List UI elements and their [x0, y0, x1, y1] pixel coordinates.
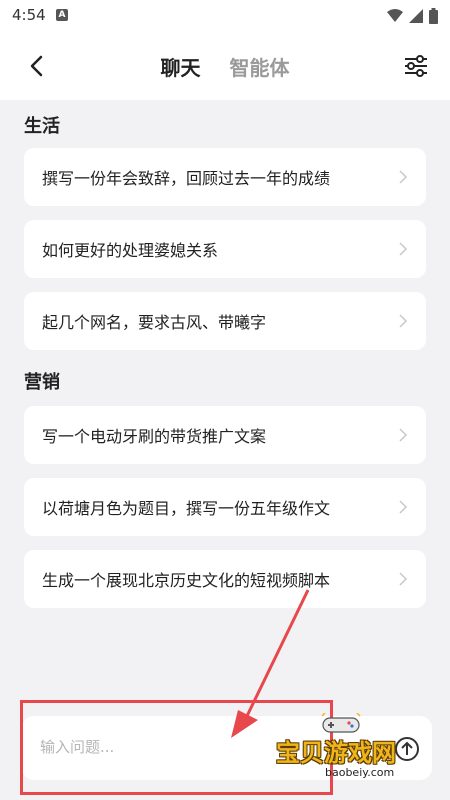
suggestion-text: 起几个网名，要求古风、带曦字 — [42, 313, 267, 332]
top-navigation: 聊天 智能体 — [0, 32, 450, 100]
gamepad-icon — [321, 713, 361, 733]
status-bar: 4:54 A — [0, 0, 450, 32]
chevron-right-icon — [399, 572, 408, 586]
watermark-url: baobeiy.com — [325, 766, 395, 779]
sliders-icon — [405, 55, 427, 77]
tab-bar: 聊天 智能体 — [0, 52, 450, 81]
prompt-suggestions: 生活 撰写一份年会致辞，回顾过去一年的成绩 如何更好的处理婆媳关系 起几个网名，… — [0, 100, 450, 700]
watermark-title: 宝贝游戏网 — [276, 739, 396, 767]
chevron-right-icon — [399, 314, 408, 328]
tab-chat[interactable]: 聊天 — [160, 52, 200, 81]
suggestion-card[interactable]: 生成一个展现北京历史文化的短视频脚本 — [24, 550, 426, 608]
notification-icon: A — [56, 9, 68, 21]
tab-agents[interactable]: 智能体 — [230, 52, 290, 81]
suggestion-card[interactable]: 写一个电动牙刷的带货推广文案 — [24, 406, 426, 464]
status-icons — [387, 7, 438, 25]
settings-button[interactable] — [400, 50, 432, 82]
suggestion-card[interactable]: 如何更好的处理婆媳关系 — [24, 220, 426, 278]
watermark: 宝贝游戏网 baobeiy.com — [276, 713, 416, 785]
suggestion-card[interactable]: 以荷塘月色为题目，撰写一份五年级作文 — [24, 478, 426, 536]
chevron-right-icon — [399, 500, 408, 514]
status-time: 4:54 — [12, 6, 46, 24]
suggestion-text: 以荷塘月色为题目，撰写一份五年级作文 — [42, 499, 331, 518]
chevron-right-icon — [399, 428, 408, 442]
chevron-right-icon — [399, 242, 408, 256]
suggestion-text: 撰写一份年会致辞，回顾过去一年的成绩 — [42, 169, 331, 188]
battery-icon — [429, 8, 438, 24]
suggestion-text: 生成一个展现北京历史文化的短视频脚本 — [42, 571, 331, 590]
section-title-life: 生活 — [24, 116, 60, 137]
suggestion-text: 写一个电动牙刷的带货推广文案 — [42, 427, 267, 446]
section-title-marketing: 营销 — [24, 372, 60, 393]
suggestion-text: 如何更好的处理婆媳关系 — [42, 241, 219, 260]
wifi-icon — [387, 9, 403, 22]
cell-signal-icon — [409, 9, 423, 23]
suggestion-card[interactable]: 撰写一份年会致辞，回顾过去一年的成绩 — [24, 148, 426, 206]
suggestion-card[interactable]: 起几个网名，要求古风、带曦字 — [24, 292, 426, 350]
chevron-right-icon — [399, 170, 408, 184]
